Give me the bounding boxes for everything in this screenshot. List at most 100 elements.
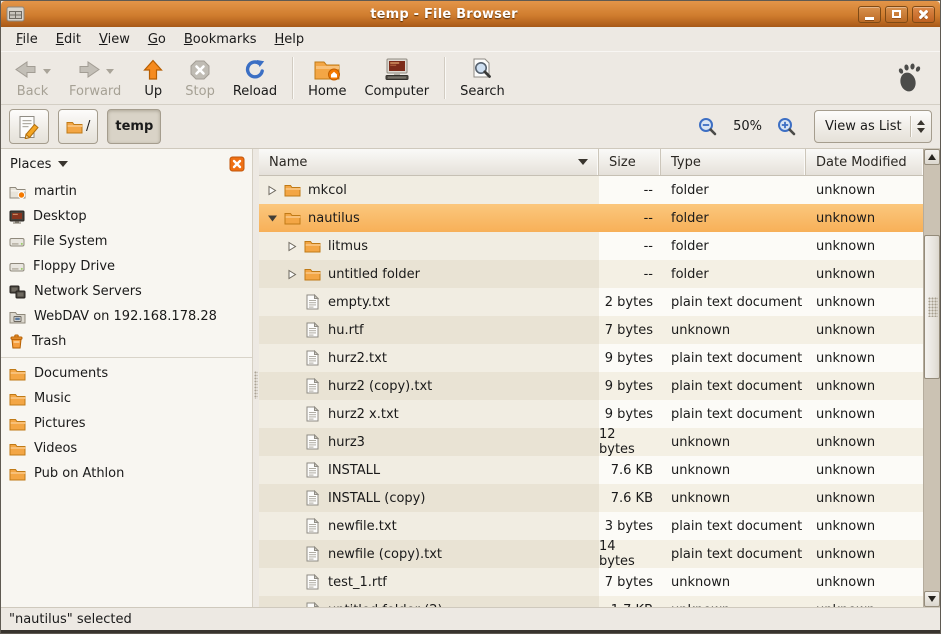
file-row-litmus[interactable]: litmus--folderunknown <box>259 232 923 260</box>
sidebar-item-network-servers[interactable]: Network Servers <box>1 279 252 304</box>
chevron-down-icon[interactable] <box>106 69 114 74</box>
pane-divider[interactable] <box>253 149 259 607</box>
sidebar-item-videos[interactable]: Videos <box>1 436 252 461</box>
sidebar-item-pictures[interactable]: Pictures <box>1 411 252 436</box>
file-row-newfile-copy-txt[interactable]: newfile (copy).txt14 bytesplain text doc… <box>259 540 923 568</box>
current-path-button[interactable]: temp <box>107 109 161 144</box>
menu-help[interactable]: Help <box>266 29 314 50</box>
sidebar-item-label: Desktop <box>33 209 87 224</box>
file-size: 7.6 KB <box>599 456 661 484</box>
scrollbar-thumb[interactable] <box>924 235 940 379</box>
file-row-hurz2-copy-txt[interactable]: hurz2 (copy).txt9 bytesplain text docume… <box>259 372 923 400</box>
file-row-untitled-folder-2-[interactable]: untitled folder (2)1.7 KBunknownunknown <box>259 596 923 607</box>
sidebar-item-music[interactable]: Music <box>1 386 252 411</box>
folder-icon <box>303 266 321 282</box>
places-dropdown[interactable]: Places <box>10 157 68 172</box>
menu-edit[interactable]: Edit <box>47 29 90 50</box>
vertical-scrollbar[interactable] <box>923 149 940 607</box>
close-button[interactable] <box>912 6 935 23</box>
root-path-button[interactable]: / <box>58 109 98 144</box>
file-row-install[interactable]: INSTALL7.6 KBunknownunknown <box>259 456 923 484</box>
maximize-icon <box>892 10 901 18</box>
toolbar-button-label: Reload <box>233 84 277 99</box>
window-app-icon <box>6 6 26 22</box>
expander-collapsed-icon[interactable] <box>265 183 279 197</box>
file-rows: mkcol--folderunknownnautilus--folderunkn… <box>259 176 923 607</box>
sidebar-item-desktop[interactable]: Desktop <box>1 204 252 229</box>
toolbar-button-label: Stop <box>185 84 215 99</box>
column-header-name[interactable]: Name <box>259 149 599 175</box>
file-row-newfile-txt[interactable]: newfile.txt3 bytesplain text documentunk… <box>259 512 923 540</box>
sidebar-item-documents[interactable]: Documents <box>1 361 252 386</box>
file-row-nautilus[interactable]: nautilus--folderunknown <box>259 204 923 232</box>
file-row-install-copy-[interactable]: INSTALL (copy)7.6 KBunknownunknown <box>259 484 923 512</box>
file-row-test-1-rtf[interactable]: test_1.rtf7 bytesunknownunknown <box>259 568 923 596</box>
up-button[interactable]: Up <box>130 54 176 103</box>
menu-bookmarks[interactable]: Bookmarks <box>175 29 266 50</box>
sidebar-item-floppy-drive[interactable]: Floppy Drive <box>1 254 252 279</box>
folder-icon <box>303 238 321 254</box>
column-header-date-modified[interactable]: Date Modified <box>806 149 923 175</box>
folder-icon <box>66 120 83 134</box>
column-header-size[interactable]: Size <box>599 149 661 175</box>
menu-file[interactable]: File <box>7 29 47 50</box>
folder-icon <box>9 467 26 481</box>
stop-button[interactable]: Stop <box>176 54 224 103</box>
expander-placeholder <box>285 463 299 477</box>
file-date-modified: unknown <box>806 316 923 344</box>
file-row-hurz3[interactable]: hurz312 bytesunknownunknown <box>259 428 923 456</box>
network-icon <box>9 285 26 299</box>
file-type: plain text document <box>661 400 806 428</box>
forward-button[interactable]: Forward <box>60 54 130 103</box>
file-name: INSTALL <box>328 463 380 478</box>
edit-location-icon <box>17 115 41 139</box>
file-name: hurz2 x.txt <box>328 407 399 422</box>
view-mode-combo[interactable]: View as List <box>814 110 932 143</box>
search-button[interactable]: Search <box>451 54 514 103</box>
file-row-hurz2-txt[interactable]: hurz2.txt9 bytesplain text documentunkno… <box>259 344 923 372</box>
sidebar-header: Places <box>1 149 252 179</box>
file-row-empty-txt[interactable]: empty.txt2 bytesplain text documentunkno… <box>259 288 923 316</box>
file-date-modified: unknown <box>806 512 923 540</box>
scroll-up-button[interactable] <box>924 149 940 165</box>
menu-view[interactable]: View <box>90 29 139 50</box>
sidebar-item-pub-on-athlon[interactable]: Pub on Athlon <box>1 461 252 486</box>
file-size: 9 bytes <box>599 344 661 372</box>
file-type: plain text document <box>661 540 806 568</box>
edit-location-button[interactable] <box>9 109 49 144</box>
expander-expanded-icon[interactable] <box>265 211 279 225</box>
places-label: Places <box>10 157 51 172</box>
sidebar-item-file-system[interactable]: File System <box>1 229 252 254</box>
expander-collapsed-icon[interactable] <box>285 267 299 281</box>
chevron-down-icon[interactable] <box>43 69 51 74</box>
home-button[interactable]: Home <box>299 54 355 103</box>
menu-go[interactable]: Go <box>139 29 175 50</box>
list-header: NameSizeTypeDate Modified <box>259 149 923 176</box>
file-type: unknown <box>661 596 806 607</box>
folder-icon <box>9 367 26 381</box>
sidebar-item-webdav-on-192-168-178-28[interactable]: WebDAV on 192.168.178.28 <box>1 304 252 329</box>
file-row-hu-rtf[interactable]: hu.rtf7 bytesunknownunknown <box>259 316 923 344</box>
location-bar: / temp 50% View as List <box>1 105 940 149</box>
file-icon <box>303 294 321 310</box>
minimize-button[interactable] <box>858 6 881 23</box>
file-date-modified: unknown <box>806 288 923 316</box>
computer-button[interactable]: Computer <box>355 54 438 103</box>
zoom-in-button[interactable] <box>774 114 800 140</box>
close-sidebar-button[interactable] <box>229 156 245 172</box>
view-mode-label: View as List <box>825 119 908 134</box>
file-row-mkcol[interactable]: mkcol--folderunknown <box>259 176 923 204</box>
maximize-button[interactable] <box>885 6 908 23</box>
reload-button[interactable]: Reload <box>224 54 286 103</box>
sidebar-item-martin[interactable]: martin <box>1 179 252 204</box>
scroll-down-button[interactable] <box>924 591 940 607</box>
sidebar-item-trash[interactable]: Trash <box>1 329 252 354</box>
file-row-hurz2-x-txt[interactable]: hurz2 x.txt9 bytesplain text documentunk… <box>259 400 923 428</box>
back-button[interactable]: Back <box>5 54 60 103</box>
zoom-out-button[interactable] <box>695 114 721 140</box>
expander-collapsed-icon[interactable] <box>285 239 299 253</box>
file-icon <box>303 574 321 590</box>
file-date-modified: unknown <box>806 372 923 400</box>
column-header-type[interactable]: Type <box>661 149 806 175</box>
file-row-untitled-folder[interactable]: untitled folder--folderunknown <box>259 260 923 288</box>
